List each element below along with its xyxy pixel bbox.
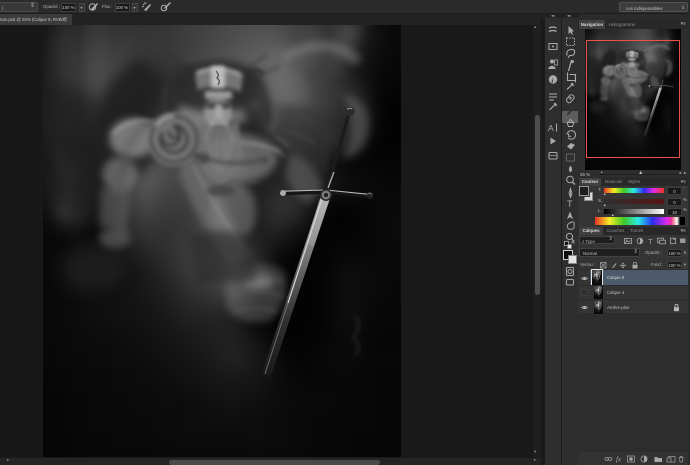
svg-text:T: T (648, 238, 653, 244)
svg-text:A: A (548, 123, 554, 133)
svg-text:T: T (567, 199, 573, 209)
svg-text:i: i (551, 78, 553, 85)
svg-text:fx: fx (616, 455, 622, 463)
